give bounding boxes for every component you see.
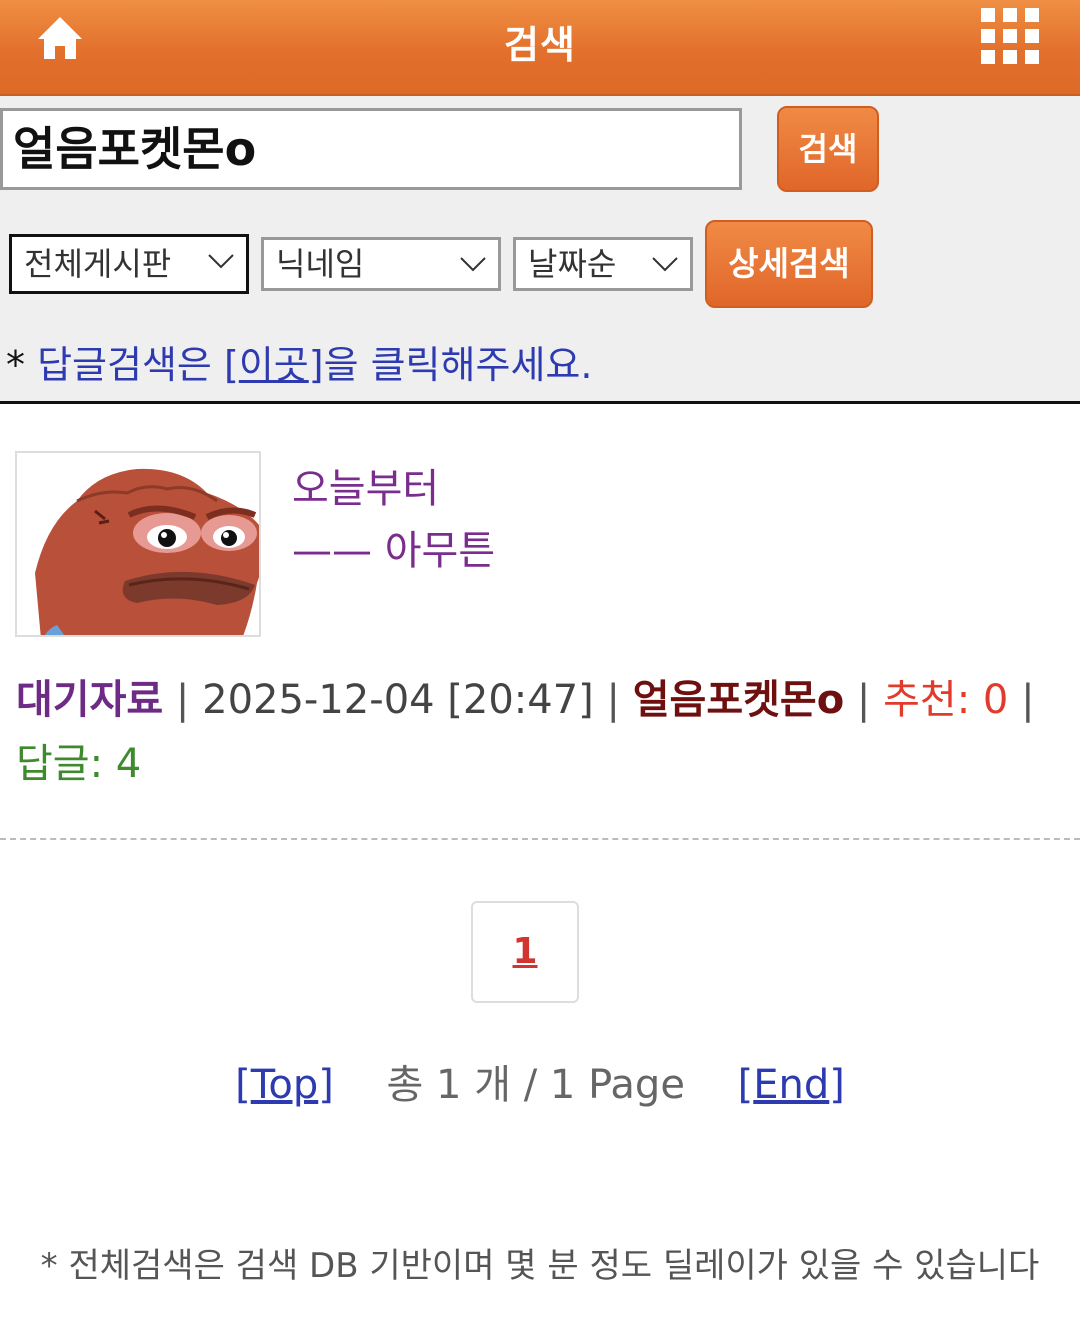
author-nickname[interactable]: 얼음포켓몬o — [633, 677, 844, 723]
result-title-line1: 오늘부터 — [292, 466, 440, 512]
page-number-button[interactable]: 1 — [471, 901, 579, 1003]
frog-face-image — [17, 453, 259, 635]
board-select-value: 전체게시판 — [24, 245, 172, 283]
search-panel: 얼음포켓몬o 검색 전체게시판 닉네임 날짜순 상세검색 * 답글검색은 [이곳… — [0, 96, 1080, 404]
chevron-down-icon — [208, 254, 234, 269]
category-label: 대기자료 — [16, 677, 164, 723]
field-select[interactable]: 닉네임 — [261, 237, 501, 291]
meta-separator: | — [1021, 677, 1035, 723]
sort-select-value: 날짜순 — [528, 245, 617, 283]
result-title[interactable]: 오늘부터 —— 아무튼 — [292, 458, 495, 582]
bracket-open: [ — [737, 1062, 754, 1108]
result-divider — [0, 838, 1080, 840]
bracket-open: [ — [235, 1062, 251, 1108]
search-button[interactable]: 검색 — [777, 106, 879, 192]
reply-search-link[interactable]: 이곳 — [239, 343, 309, 387]
bracket-close: ] — [308, 343, 324, 387]
recommend-count: 추천: 0 — [883, 677, 1009, 723]
page-title: 검색 — [504, 23, 576, 67]
note-text-before: 답글검색은 — [37, 343, 224, 387]
bracket-close: ] — [829, 1062, 845, 1108]
result-title-line2: —— 아무튼 — [292, 528, 496, 574]
search-footnote: * 전체검색은 검색 DB 기반이며 몇 분 정도 딜레이가 있을 수 있습니다 — [40, 1246, 1040, 1286]
field-select-value: 닉네임 — [276, 245, 365, 283]
chevron-down-icon — [460, 257, 486, 272]
pager-summary: [Top] 총 1 개 / 1 Page [End] — [0, 1052, 1080, 1110]
result-thumbnail[interactable] — [15, 451, 261, 637]
end-link[interactable]: End — [753, 1062, 829, 1108]
top-link[interactable]: Top — [251, 1062, 319, 1108]
meta-separator: | — [175, 677, 190, 723]
meta-separator: | — [856, 677, 871, 723]
meta-separator: | — [606, 677, 620, 723]
chevron-down-icon — [652, 257, 678, 272]
bracket-open: [ — [223, 343, 239, 387]
note-text-after: 을 클릭해주세요. — [323, 343, 593, 387]
detail-search-button[interactable]: 상세검색 — [705, 220, 873, 308]
page-count-text: 총 1 개 / 1 Page — [386, 1062, 685, 1108]
reply-count: 답글: 4 — [16, 741, 142, 787]
bracket-close: ] — [318, 1062, 334, 1108]
search-input[interactable]: 얼음포켓몬o — [0, 108, 742, 190]
grid-menu-icon[interactable] — [979, 6, 1041, 66]
top-bar: 검색 — [0, 0, 1080, 96]
result-meta: 대기자료 | 2025-12-04 [20:47] | 얼음포켓몬o | 추천:… — [16, 668, 1066, 796]
note-asterisk: * — [6, 343, 38, 387]
current-page: 1 — [512, 931, 538, 972]
post-datetime: 2025-12-04 [20:47] — [202, 677, 594, 723]
board-select[interactable]: 전체게시판 — [9, 234, 249, 294]
reply-search-note: * 답글검색은 [이곳]을 클릭해주세요. — [6, 334, 592, 389]
sort-select[interactable]: 날짜순 — [513, 237, 693, 291]
